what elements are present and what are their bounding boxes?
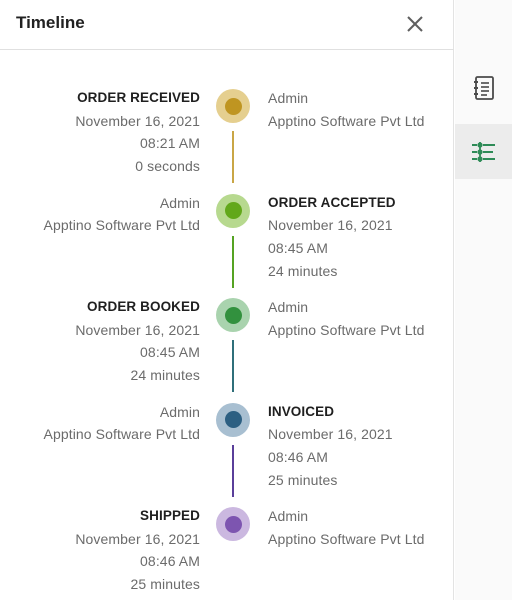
timeline-entry: ORDER RECEIVED November 16, 2021 08:21 AM 0… xyxy=(0,87,454,192)
event-user-block: Admin Apptino Software Pvt Ltd xyxy=(268,296,453,341)
timeline-dot xyxy=(216,507,250,541)
panel-title: Timeline xyxy=(16,13,85,32)
event-date: November 16, 2021 xyxy=(75,321,200,338)
event-time: 08:45 AM xyxy=(268,239,328,256)
close-button[interactable] xyxy=(402,11,428,37)
event-date: November 16, 2021 xyxy=(268,217,393,234)
event-status: INVOICED xyxy=(268,403,335,419)
event-duration: 24 minutes xyxy=(268,262,338,279)
timeline-dot-core xyxy=(224,306,242,324)
event-company: Apptino Software Pvt Ltd xyxy=(43,426,200,443)
timeline-icon xyxy=(471,141,495,162)
event-date: November 16, 2021 xyxy=(268,426,393,443)
event-time: 08:45 AM xyxy=(140,344,200,361)
timeline-dot-core xyxy=(224,202,242,219)
event-user: Admin xyxy=(268,299,309,315)
event-time: 08:21 AM xyxy=(140,135,200,152)
event-duration: 24 minutes xyxy=(130,367,200,384)
event-user-block: Admin Apptino Software Pvt Ltd xyxy=(0,401,200,446)
timeline-entry: SHIPPED November 16, 2021 08:46 AM 25 minut… xyxy=(0,505,454,600)
event-user-block: Admin Apptino Software Pvt Ltd xyxy=(268,87,453,132)
event-user: Admin xyxy=(159,403,200,420)
timeline-connector xyxy=(232,444,234,497)
event-user: Admin xyxy=(159,194,200,211)
event-user: Admin xyxy=(268,90,309,106)
event-status: SHIPPED xyxy=(140,508,200,523)
timeline-entry: INVOICED November 16, 2021 08:46 AM 25 minu… xyxy=(0,401,454,506)
timeline-list: ORDER RECEIVED November 16, 2021 08:21 AM 0… xyxy=(0,50,454,600)
timeline-entry: ORDER ACCEPTED November 16, 2021 08:45 AM 2… xyxy=(0,192,454,297)
event-date: November 16, 2021 xyxy=(75,112,200,129)
event-duration: 0 seconds xyxy=(135,158,200,175)
event-time: 08:46 AM xyxy=(268,448,328,465)
timeline-button[interactable] xyxy=(455,124,512,179)
event-user: Admin xyxy=(268,508,309,524)
event-status: ORDER RECEIVED xyxy=(77,90,200,105)
event-time: 08:46 AM xyxy=(140,553,200,570)
event-status: ORDER ACCEPTED xyxy=(268,194,396,210)
event-company: Apptino Software Pvt Ltd xyxy=(43,217,200,234)
timeline-dot-core xyxy=(224,515,242,533)
side-rail xyxy=(455,0,512,600)
timeline-dot-core xyxy=(224,411,242,428)
event-status: ORDER BOOKED xyxy=(87,299,200,314)
event-status-block: ORDER RECEIVED November 16, 2021 08:21 AM 0… xyxy=(0,87,200,178)
event-status-block: INVOICED November 16, 2021 08:46 AM 25 minu… xyxy=(268,401,453,492)
timeline-connector xyxy=(232,131,234,183)
event-date: November 16, 2021 xyxy=(75,530,200,547)
event-status-block: SHIPPED November 16, 2021 08:46 AM 25 minut… xyxy=(0,505,200,596)
event-duration: 25 minutes xyxy=(130,576,200,593)
timeline-connector xyxy=(232,340,234,392)
timeline-connector xyxy=(232,235,234,288)
notebook-icon xyxy=(473,75,494,100)
close-icon xyxy=(407,16,423,32)
event-company: Apptino Software Pvt Ltd xyxy=(268,321,425,338)
notes-button[interactable] xyxy=(455,60,512,115)
event-duration: 25 minutes xyxy=(268,471,338,488)
panel-header: Timeline xyxy=(0,0,454,50)
event-user-block: Admin Apptino Software Pvt Ltd xyxy=(0,192,200,237)
timeline-dot xyxy=(216,193,250,228)
timeline-dot xyxy=(216,298,250,332)
event-company: Apptino Software Pvt Ltd xyxy=(268,112,425,129)
event-company: Apptino Software Pvt Ltd xyxy=(268,530,425,547)
event-status-block: ORDER ACCEPTED November 16, 2021 08:45 AM 2… xyxy=(268,192,453,283)
event-user-block: Admin Apptino Software Pvt Ltd xyxy=(268,505,453,550)
timeline-entry: ORDER BOOKED November 16, 2021 08:45 AM 24 … xyxy=(0,296,454,401)
timeline-panel: Timeline ORDER RECEIVED November 16, 2021… xyxy=(0,0,454,600)
timeline-dot-core xyxy=(224,97,242,115)
timeline-dot xyxy=(216,89,250,123)
timeline-dot xyxy=(216,402,250,437)
event-status-block: ORDER BOOKED November 16, 2021 08:45 AM 24 … xyxy=(0,296,200,387)
